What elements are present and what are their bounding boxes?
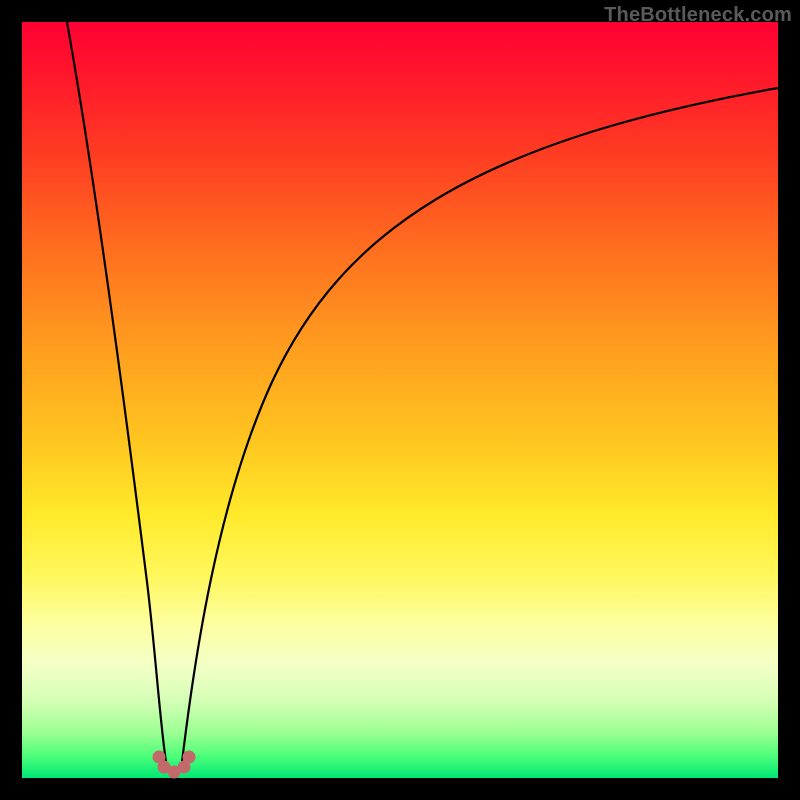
- chart-frame: TheBottleneck.com: [0, 0, 800, 800]
- curve-left-branch: [67, 22, 166, 762]
- curve-right-branch: [182, 88, 778, 762]
- plot-area: [22, 22, 778, 778]
- bottleneck-curve: [22, 22, 778, 778]
- marker-dot: [183, 751, 196, 764]
- watermark-text: TheBottleneck.com: [604, 4, 792, 27]
